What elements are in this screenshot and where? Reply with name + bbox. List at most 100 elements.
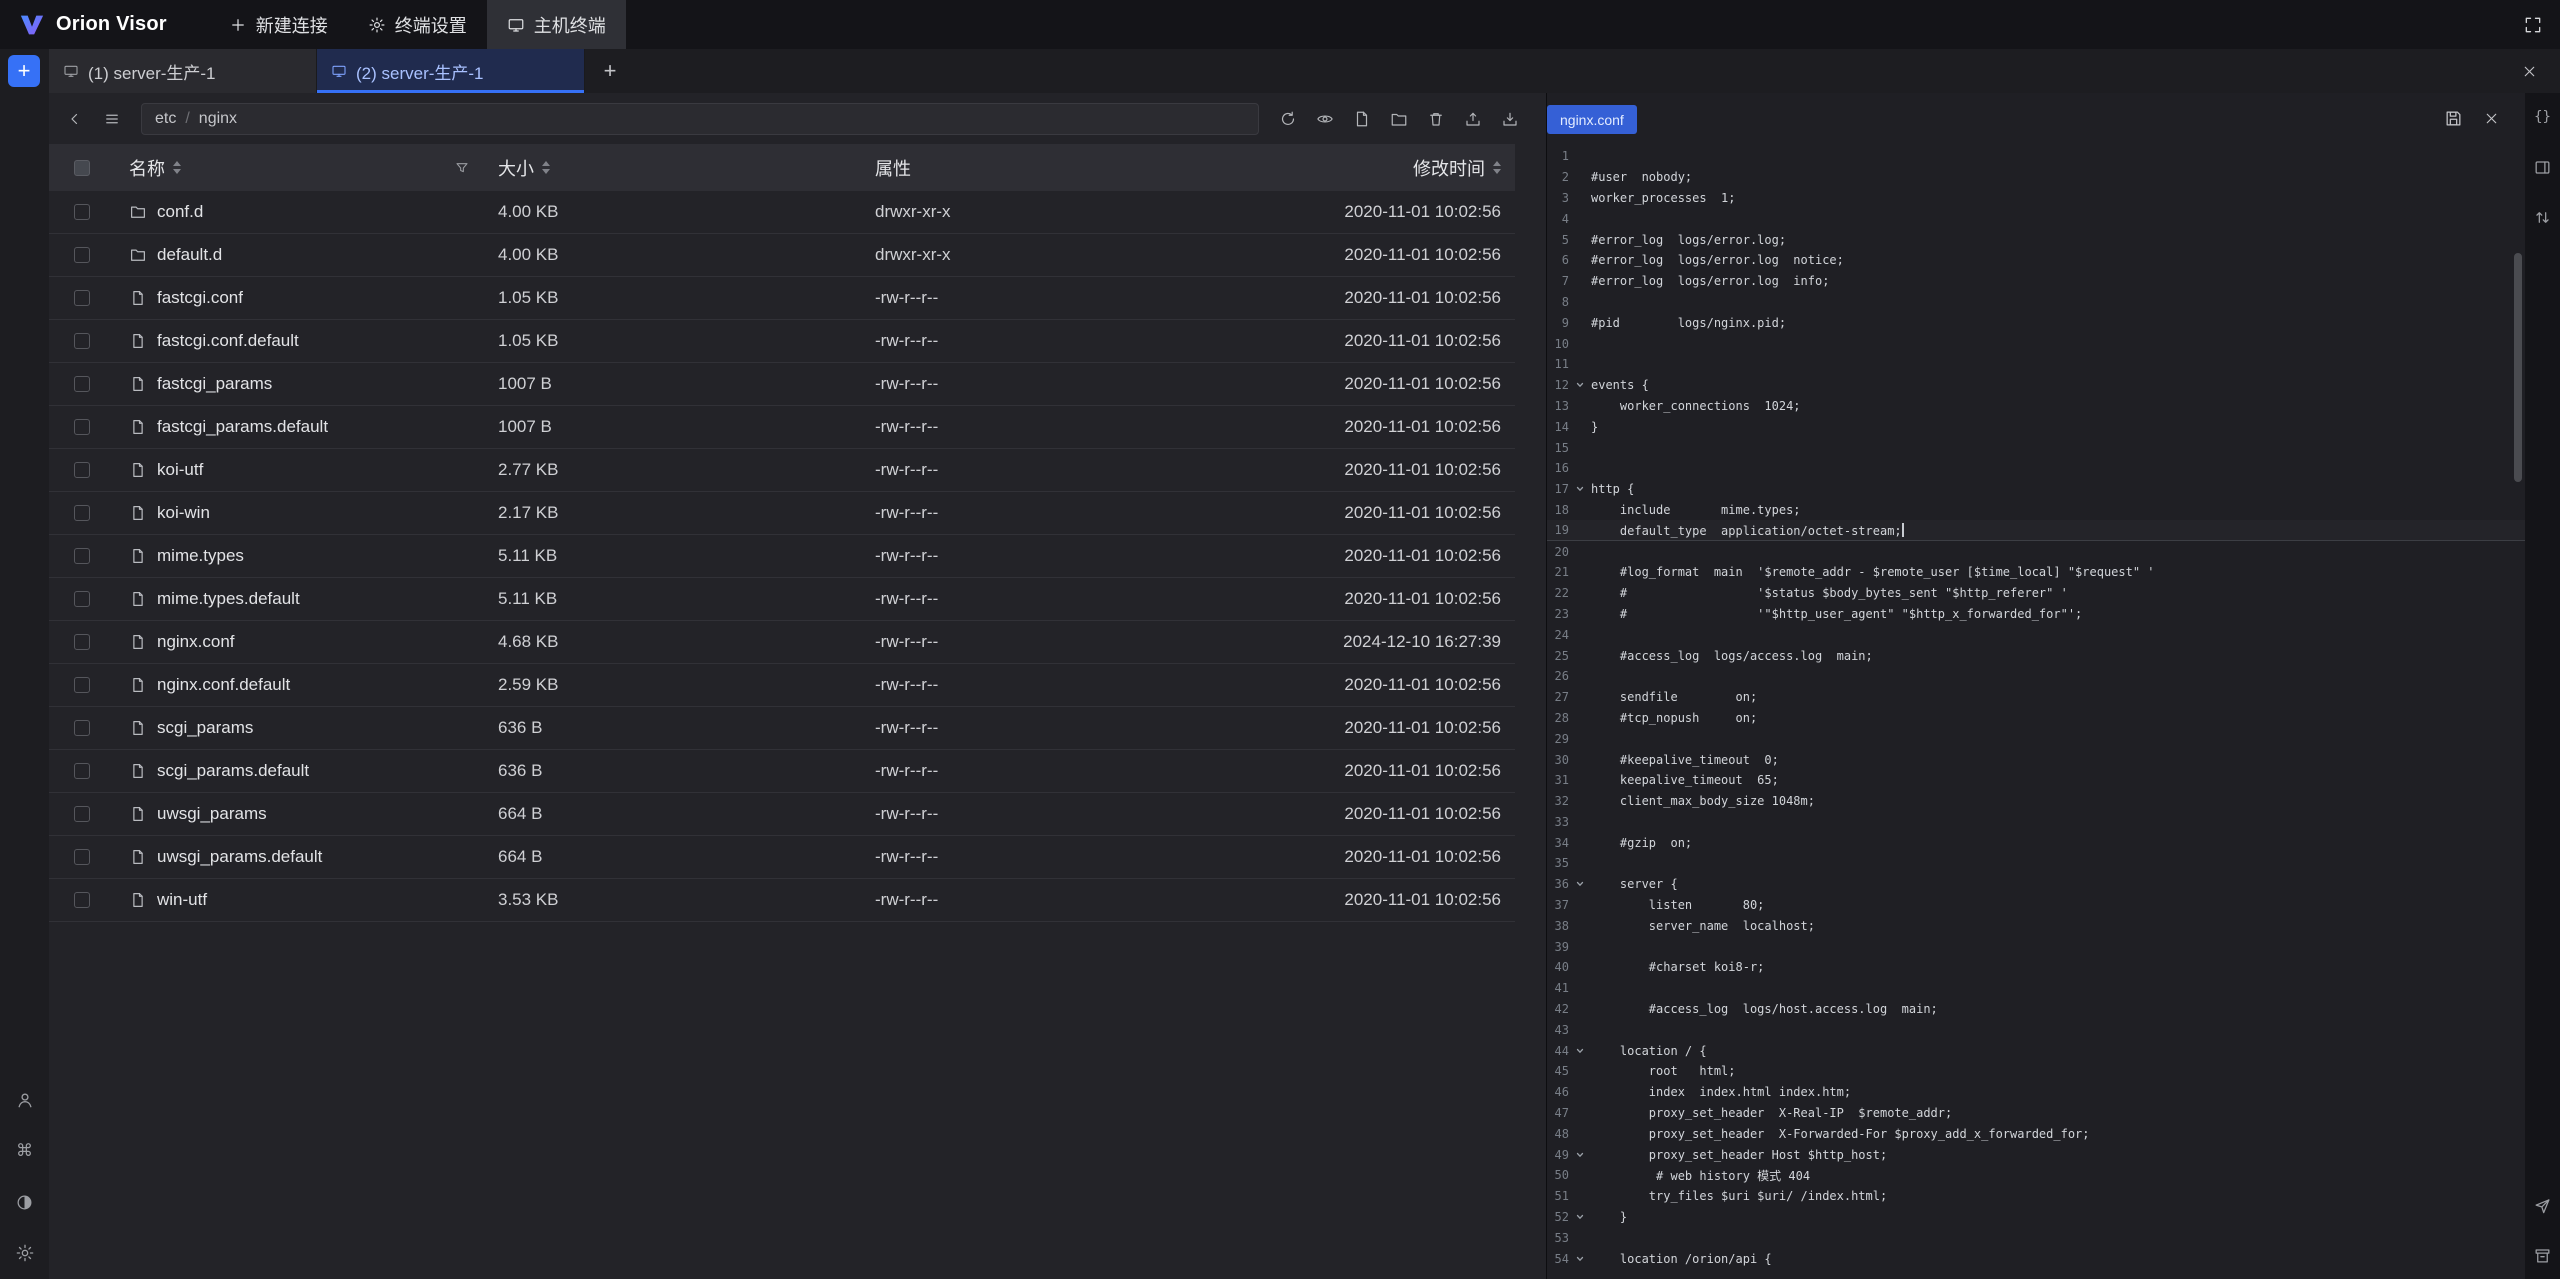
- new-tab-button[interactable]: +: [593, 54, 627, 88]
- upload-icon[interactable]: [1457, 103, 1489, 135]
- back-button[interactable]: [59, 103, 91, 135]
- file-row[interactable]: scgi_params 636 B -rw-r--r-- 2020-11-01 …: [49, 707, 1515, 750]
- fold-chevron-icon[interactable]: [1569, 1254, 1591, 1264]
- header-size[interactable]: 大小: [498, 155, 875, 181]
- directory-list-icon[interactable]: [96, 103, 128, 135]
- new-session-button[interactable]: +: [8, 55, 40, 87]
- file-row[interactable]: mime.types 5.11 KB -rw-r--r-- 2020-11-01…: [49, 535, 1515, 578]
- editor-line[interactable]: 8: [1547, 292, 2525, 313]
- file-row[interactable]: fastcgi_params 1007 B -rw-r--r-- 2020-11…: [49, 363, 1515, 406]
- editor-line[interactable]: 17 http {: [1547, 479, 2525, 500]
- editor-line[interactable]: 35: [1547, 853, 2525, 874]
- editor-line[interactable]: 31 keepalive_timeout 65;: [1547, 770, 2525, 791]
- editor-line[interactable]: 21 #log_format main '$remote_addr - $rem…: [1547, 562, 2525, 583]
- row-checkbox[interactable]: [74, 634, 90, 650]
- file-row[interactable]: uwsgi_params.default 664 B -rw-r--r-- 20…: [49, 836, 1515, 879]
- editor-line[interactable]: 20: [1547, 541, 2525, 562]
- editor-line[interactable]: 33: [1547, 812, 2525, 833]
- row-checkbox[interactable]: [74, 677, 90, 693]
- refresh-icon[interactable]: [1272, 103, 1304, 135]
- editor-line[interactable]: 1: [1547, 146, 2525, 167]
- row-checkbox[interactable]: [74, 204, 90, 220]
- editor-line[interactable]: 9 #pid logs/nginx.pid;: [1547, 312, 2525, 333]
- editor-line[interactable]: 12 events {: [1547, 375, 2525, 396]
- file-row[interactable]: fastcgi.conf 1.05 KB -rw-r--r-- 2020-11-…: [49, 277, 1515, 320]
- file-name[interactable]: conf.d: [157, 202, 203, 222]
- file-name[interactable]: win-utf: [157, 890, 207, 910]
- row-checkbox[interactable]: [74, 247, 90, 263]
- editor-line[interactable]: 5 #error_log logs/error.log;: [1547, 229, 2525, 250]
- file-name[interactable]: fastcgi.conf.default: [157, 331, 299, 351]
- editor-line[interactable]: 39: [1547, 936, 2525, 957]
- editor-line[interactable]: 19 default_type application/octet-stream…: [1547, 520, 2525, 541]
- editor-line[interactable]: 47 proxy_set_header X-Real-IP $remote_ad…: [1547, 1103, 2525, 1124]
- editor-line[interactable]: 18 include mime.types;: [1547, 500, 2525, 521]
- editor-line[interactable]: 16: [1547, 458, 2525, 479]
- fold-chevron-icon[interactable]: [1569, 484, 1591, 494]
- archive-box-icon[interactable]: [2531, 1243, 2555, 1267]
- editor-line[interactable]: 48 proxy_set_header X-Forwarded-For $pro…: [1547, 1123, 2525, 1144]
- editor-line[interactable]: 46 index index.html index.htm;: [1547, 1082, 2525, 1103]
- editor-line[interactable]: 32 client_max_body_size 1048m;: [1547, 791, 2525, 812]
- close-all-icon[interactable]: [2514, 56, 2544, 86]
- file-name[interactable]: scgi_params.default: [157, 761, 309, 781]
- close-editor-icon[interactable]: [2477, 105, 2505, 133]
- theme-icon[interactable]: [13, 1190, 37, 1214]
- row-checkbox[interactable]: [74, 376, 90, 392]
- breadcrumb-item[interactable]: etc: [155, 110, 176, 128]
- code-braces-icon[interactable]: {}: [2531, 105, 2555, 129]
- sort-name[interactable]: [173, 161, 181, 174]
- row-checkbox[interactable]: [74, 505, 90, 521]
- settings-icon[interactable]: [13, 1241, 37, 1265]
- editor-line[interactable]: 26: [1547, 666, 2525, 687]
- editor-line[interactable]: 50 # web history 模式 404: [1547, 1165, 2525, 1186]
- editor-line[interactable]: 6 #error_log logs/error.log notice;: [1547, 250, 2525, 271]
- file-row[interactable]: nginx.conf 4.68 KB -rw-r--r-- 2024-12-10…: [49, 621, 1515, 664]
- tab-0[interactable]: (1) server-生产-1: [49, 49, 317, 93]
- file-row[interactable]: default.d 4.00 KB drwxr-xr-x 2020-11-01 …: [49, 234, 1515, 277]
- file-name[interactable]: nginx.conf.default: [157, 675, 290, 695]
- file-row[interactable]: mime.types.default 5.11 KB -rw-r--r-- 20…: [49, 578, 1515, 621]
- editor-line[interactable]: 43: [1547, 1019, 2525, 1040]
- menu-item-0[interactable]: 新建连接: [209, 0, 348, 49]
- save-icon[interactable]: [2439, 105, 2467, 133]
- file-name[interactable]: default.d: [157, 245, 222, 265]
- editor-line[interactable]: 7 #error_log logs/error.log info;: [1547, 271, 2525, 292]
- file-row[interactable]: uwsgi_params 664 B -rw-r--r-- 2020-11-01…: [49, 793, 1515, 836]
- header-name[interactable]: 名称: [115, 155, 498, 181]
- file-row[interactable]: fastcgi_params.default 1007 B -rw-r--r--…: [49, 406, 1515, 449]
- fold-chevron-icon[interactable]: [1569, 1150, 1591, 1160]
- editor-line[interactable]: 40 #charset koi8-r;: [1547, 957, 2525, 978]
- sort-mtime[interactable]: [1493, 161, 1501, 174]
- menu-item-1[interactable]: 终端设置: [348, 0, 487, 49]
- file-row[interactable]: nginx.conf.default 2.59 KB -rw-r--r-- 20…: [49, 664, 1515, 707]
- editor-line[interactable]: 38 server_name localhost;: [1547, 915, 2525, 936]
- row-checkbox[interactable]: [74, 720, 90, 736]
- editor-line[interactable]: 27 sendfile on;: [1547, 687, 2525, 708]
- file-row[interactable]: koi-utf 2.77 KB -rw-r--r-- 2020-11-01 10…: [49, 449, 1515, 492]
- file-name[interactable]: mime.types.default: [157, 589, 300, 609]
- editor-line[interactable]: 23 # '"$http_user_agent" "$http_x_forwar…: [1547, 604, 2525, 625]
- new-folder-icon[interactable]: [1383, 103, 1415, 135]
- editor-line[interactable]: 30 #keepalive_timeout 0;: [1547, 749, 2525, 770]
- fold-chevron-icon[interactable]: [1569, 1212, 1591, 1222]
- editor-scrollbar-thumb[interactable]: [2514, 253, 2522, 482]
- filter-icon[interactable]: [454, 160, 470, 176]
- file-name[interactable]: fastcgi_params.default: [157, 417, 328, 437]
- row-checkbox[interactable]: [74, 290, 90, 306]
- editor-line[interactable]: 37 listen 80;: [1547, 895, 2525, 916]
- user-icon[interactable]: [13, 1088, 37, 1112]
- tab-1[interactable]: (2) server-生产-1: [317, 49, 585, 93]
- fullscreen-icon[interactable]: [2516, 8, 2550, 42]
- download-icon[interactable]: [1494, 103, 1526, 135]
- editor-line[interactable]: 22 # '$status $body_bytes_sent "$http_re…: [1547, 583, 2525, 604]
- editor-line[interactable]: 49 proxy_set_header Host $http_host;: [1547, 1144, 2525, 1165]
- editor-line[interactable]: 25 #access_log logs/access.log main;: [1547, 645, 2525, 666]
- file-row[interactable]: conf.d 4.00 KB drwxr-xr-x 2020-11-01 10:…: [49, 191, 1515, 234]
- header-mtime[interactable]: 修改时间: [1295, 155, 1515, 181]
- file-row[interactable]: win-utf 3.53 KB -rw-r--r-- 2020-11-01 10…: [49, 879, 1515, 922]
- row-checkbox[interactable]: [74, 892, 90, 908]
- editor-line[interactable]: 2 #user nobody;: [1547, 167, 2525, 188]
- file-name[interactable]: fastcgi_params: [157, 374, 272, 394]
- row-checkbox[interactable]: [74, 763, 90, 779]
